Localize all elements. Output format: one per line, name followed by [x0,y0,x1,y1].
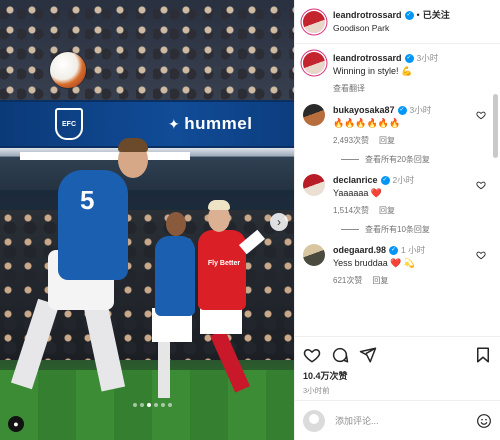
heart-icon[interactable] [303,346,321,364]
comment-username[interactable]: declanrice [333,174,378,187]
carousel-dot [168,403,172,407]
avatar[interactable] [303,409,325,432]
player-hair [118,138,148,152]
comment-text: Yaaaaaa ❤️ [333,188,383,198]
divider-line [341,159,359,160]
add-comment-bar [295,400,500,440]
crowd-background [0,0,294,100]
verified-badge-icon: ✓ [397,106,407,115]
comments-list[interactable]: leandrotrossard ✓ 3小时 Winning in style! … [295,44,500,336]
comment-time[interactable]: 3小时 [410,104,432,117]
following-button[interactable]: 已关注 [423,9,450,22]
comment-text: Yess bruddaa ❤️ 💫 [333,258,416,268]
avatar[interactable] [303,10,325,33]
hummel-logo: ✦ hummel [168,114,252,134]
comment-likes[interactable]: 2,493次赞 [333,134,369,147]
person-icon: ● [13,419,19,429]
player-hair [208,200,230,210]
post-details-panel: leandrotrossard ✓ • 已关注 Goodison Park le… [294,0,500,440]
everton-player-shirt [155,236,195,316]
carousel-dot [161,403,165,407]
view-replies-label: 查看所有20条回复 [365,155,430,164]
comment: declanrice ✓ 2小时 Yaaaaaa ❤️ 1,514次赞 回复 [303,174,486,217]
carousel-dot [154,403,158,407]
post-viewer: EFC ✦ hummel 5 Fly Better › ● leandrotro… [0,0,500,440]
comment-username[interactable]: bukayosaka87 [333,104,395,117]
carousel-dot [133,403,137,407]
avatar[interactable] [303,174,325,196]
carousel-dots [133,403,172,407]
tagged-users-button[interactable]: ● [8,416,24,432]
comment-icon[interactable] [331,346,349,364]
shirt-sponsor-text: Fly Better [207,260,241,267]
hummel-bee-icon: ✦ [168,116,181,132]
comment-time[interactable]: 2小时 [393,174,415,187]
post-timestamp[interactable]: 3小时前 [303,385,492,396]
reply-button[interactable]: 回复 [372,274,388,287]
verified-badge-icon: ✓ [404,10,414,20]
comment-input[interactable] [335,415,476,426]
comment: odegaard.98 ✓ 1 小时 Yess bruddaa ❤️ 💫 621… [303,244,486,287]
hummel-brand-text: hummel [184,114,253,133]
jersey-number: 5 [80,185,95,215]
author-username[interactable]: leandrotrossard [333,9,402,22]
like-comment-icon[interactable] [476,250,486,260]
divider-line [341,229,359,230]
comment-text: 🔥🔥🔥🔥🔥🔥 [333,118,401,128]
carousel-dot [147,403,151,407]
next-photo-button[interactable]: › [270,213,288,231]
view-replies-label: 查看所有10条回复 [365,225,430,234]
player-leg [158,338,170,398]
avatar[interactable] [303,52,325,74]
post-header: leandrotrossard ✓ • 已关注 Goodison Park [295,0,500,44]
caption: leandrotrossard ✓ 3小时 Winning in style! … [303,52,486,95]
view-replies-link[interactable]: 查看所有20条回复 [341,154,486,165]
verified-badge-icon: ✓ [404,54,414,63]
reply-button[interactable]: 回复 [379,204,395,217]
comment-likes[interactable]: 1,514次赞 [333,204,369,217]
comment-username[interactable]: odegaard.98 [333,244,386,257]
share-icon[interactable] [359,346,377,364]
view-replies-link[interactable]: 查看所有10条回复 [341,224,486,235]
avatar[interactable] [303,244,325,266]
scrollbar-thumb[interactable] [493,94,498,158]
bookmark-icon[interactable] [474,346,492,364]
post-actions: 10.4万次赞 3小时前 [295,336,500,400]
reply-button[interactable]: 回复 [379,134,395,147]
chevron-right-icon: › [277,215,281,229]
comment: bukayosaka87 ✓ 3小时 🔥🔥🔥🔥🔥🔥 2,493次赞 回复 [303,104,486,147]
carousel-dot [140,403,144,407]
caption-username[interactable]: leandrotrossard [333,52,402,65]
verified-badge-icon: ✓ [389,246,399,255]
player-head [166,212,186,236]
comment-likes[interactable]: 621次赞 [333,274,362,287]
dugout-sign [20,152,190,160]
translate-link[interactable]: 查看翻译 [333,82,365,95]
everton-crest: EFC [55,108,83,140]
caption-time[interactable]: 3小时 [417,52,439,65]
post-likes-count[interactable]: 10.4万次赞 [303,369,492,382]
emoji-icon[interactable] [476,413,492,429]
post-photo[interactable]: EFC ✦ hummel 5 Fly Better › ● [0,0,294,440]
arsenal-player-shirt [198,230,246,310]
avatar[interactable] [303,104,325,126]
like-comment-icon[interactable] [476,180,486,190]
verified-badge-icon: ✓ [380,176,390,185]
comment-time[interactable]: 1 小时 [401,244,425,257]
separator-dot: • [416,9,420,20]
like-comment-icon[interactable] [476,110,486,120]
caption-text: Winning in style! 💪 [333,66,413,76]
football [50,52,86,88]
location-link[interactable]: Goodison Park [333,22,450,35]
